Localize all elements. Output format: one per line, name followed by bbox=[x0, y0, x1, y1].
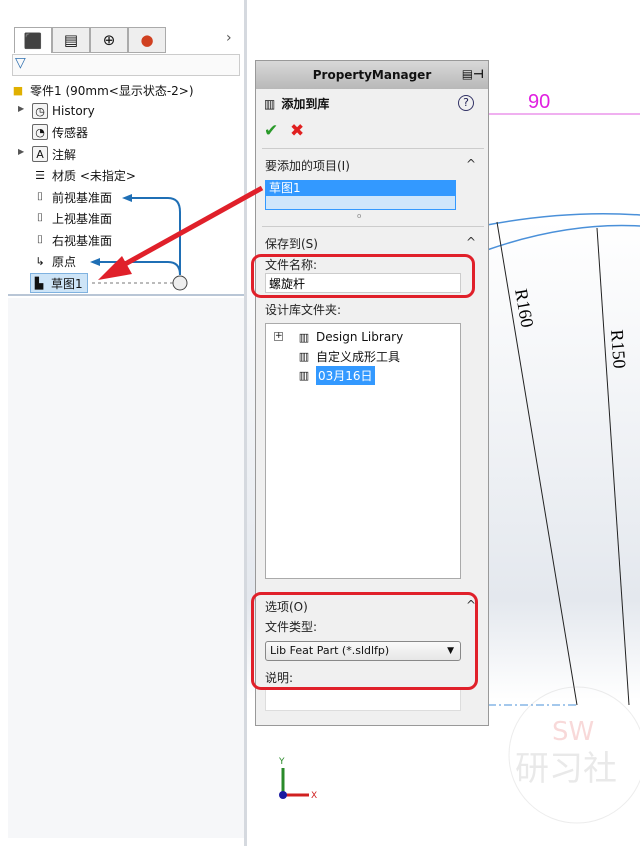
items-list[interactable]: 草图1 bbox=[265, 180, 456, 210]
svg-text:研习社: 研习社 bbox=[515, 749, 617, 789]
pm-title: PropertyManager bbox=[312, 68, 432, 82]
panel-splitter[interactable] bbox=[244, 0, 247, 846]
library-folder-icon: ▥ bbox=[298, 368, 310, 382]
svg-text:SW: SW bbox=[552, 717, 594, 747]
help-icon[interactable]: ? bbox=[458, 95, 474, 111]
collapse-caret-icon[interactable]: ^ bbox=[466, 235, 476, 249]
folder-item-selected[interactable]: ▥ 03月16日 bbox=[296, 365, 375, 385]
library-folder-icon: ▥ bbox=[298, 330, 310, 344]
library-folder-tree[interactable]: + ▥ Design Library ▥ 自定义成形工具 ▥ 03月16日 bbox=[265, 323, 461, 579]
pm-feature-title: ▥ 添加到库 bbox=[264, 95, 329, 112]
expand-plus-icon[interactable]: + bbox=[274, 332, 283, 341]
cancel-x-button[interactable]: ✖ bbox=[290, 121, 304, 141]
folder-label-text: Design Library bbox=[316, 330, 404, 344]
axis-x-label: X bbox=[311, 791, 317, 801]
collapse-caret-icon[interactable]: ^ bbox=[466, 157, 476, 171]
dimension-r150[interactable]: R150 bbox=[607, 329, 630, 369]
ok-check-button[interactable]: ✔ bbox=[264, 121, 278, 141]
library-folder-icon: ▥ bbox=[298, 349, 310, 363]
axis-triad-icon: Y X bbox=[278, 757, 317, 801]
resize-handle-icon[interactable]: o bbox=[357, 212, 361, 220]
watermark-logo: SW 研习社 bbox=[508, 686, 640, 824]
save-section-header[interactable]: 保存到(S) bbox=[265, 235, 318, 252]
pin-icon[interactable]: ▤⊣ bbox=[462, 67, 484, 81]
feature-tree-empty-area bbox=[8, 298, 245, 838]
feature-tree-panel: ⬛ ▤ ⊕ ● › ▽ ■ 零件1 (90mm<显示状态-2>) ▶ ◷ Histo… bbox=[8, 0, 245, 296]
dependency-arrows bbox=[90, 194, 188, 291]
dimension-r160[interactable]: R160 bbox=[511, 287, 537, 329]
folder-label-text: 自定义成形工具 bbox=[316, 349, 401, 364]
highlight-box bbox=[251, 254, 475, 298]
feature-title-text: 添加到库 bbox=[281, 97, 330, 111]
dimension-90[interactable]: 90 bbox=[528, 91, 550, 113]
items-section-header[interactable]: 要添加的项目(I) bbox=[265, 157, 350, 174]
description-input[interactable] bbox=[265, 689, 461, 711]
folder-label-text: 03月16日 bbox=[316, 365, 375, 385]
folder-item[interactable]: ▥ Design Library bbox=[296, 327, 403, 347]
folder-item[interactable]: ▥ 自定义成形工具 bbox=[296, 346, 400, 366]
add-to-library-icon: ▥ bbox=[264, 96, 276, 111]
property-manager-panel: PropertyManager ▤⊣ ▥ 添加到库 ? ✔ ✖ 要添加的项目(I)… bbox=[251, 60, 489, 726]
axis-y-label: Y bbox=[278, 757, 285, 767]
highlight-box bbox=[251, 592, 478, 690]
items-list-selected[interactable]: 草图1 bbox=[266, 181, 455, 196]
pm-header: PropertyManager ▤⊣ bbox=[256, 61, 488, 89]
folder-label: 设计库文件夹: bbox=[265, 303, 342, 317]
